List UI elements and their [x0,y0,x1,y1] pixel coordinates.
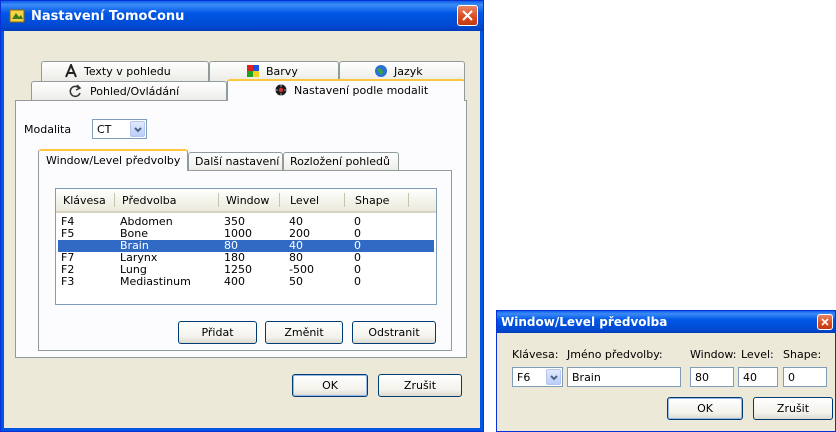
app-icon [9,8,25,28]
column-separator [408,193,409,207]
cell-window: 400 [224,275,245,288]
settings-dialog-titlebar[interactable]: Nastavení TomoConu [1,1,483,31]
window-frame-right [480,31,483,431]
table-row[interactable]: F2 Lung 1250 -500 0 [58,264,434,276]
modality-select-value: CT [97,123,112,136]
table-row[interactable]: F3 Mediastinum 400 50 0 [58,276,434,288]
presets-list[interactable]: Klávesa Předvolba Window Level Shape F4 … [55,188,437,305]
shape-input[interactable]: 0 [783,367,827,387]
cell-shape: 0 [354,275,361,288]
close-icon [462,10,473,21]
preset-name-input[interactable]: Brain [567,367,681,387]
cancel-button[interactable]: Zrušit [378,374,462,397]
close-icon [821,318,829,326]
table-row-selected[interactable]: Brain 80 40 0 [58,240,434,252]
chevron-down-icon [134,127,142,133]
tab-colors[interactable]: Barvy [209,61,339,81]
column-header-level[interactable]: Level [290,194,319,207]
preset-name-value: Brain [572,371,601,384]
modality-select[interactable]: CT [92,119,147,139]
tab-label: Jazyk [394,65,423,78]
remove-button[interactable]: Odstranit [352,321,436,344]
shape-value: 0 [788,371,795,384]
preset-ok-button[interactable]: OK [667,397,743,420]
settings-dialog: Nastavení TomoConu Texty v pohledu Barvy… [0,0,484,432]
tab-language[interactable]: Jazyk [339,61,465,81]
change-button[interactable]: Změnit [265,321,343,344]
modality-label: Modalita [24,123,72,136]
tab-label: Nastavení podle modalit [294,84,429,97]
modality-icon [274,83,288,100]
column-separator [344,193,345,207]
settings-dialog-title: Nastavení TomoConu [31,9,185,24]
column-header-window[interactable]: Window [226,194,269,207]
subtab-other-settings[interactable]: Další nastavení [188,152,283,172]
column-separator [218,193,219,207]
cell-preset: Mediastinum [120,275,191,288]
ok-button[interactable]: OK [292,374,368,397]
subtab-label: Další nastavení [195,155,280,168]
dropdown-arrow[interactable] [546,369,561,385]
shape-label: Shape: [783,348,822,361]
subtab-label: Window/Level předvolby [46,154,181,167]
rotate-arrow-icon [68,84,82,101]
preset-dialog-titlebar[interactable]: Window/Level předvolba [497,311,835,333]
tab-view-controls[interactable]: Pohled/Ovládání [31,81,227,101]
cell-level: 50 [289,275,303,288]
window-label: Window: [690,348,737,361]
cell-key: F5 [61,227,75,240]
tab-label: Texty v pohledu [84,65,171,78]
dropdown-arrow[interactable] [130,121,145,137]
subtab-label: Rozložení pohledů [290,155,390,168]
level-label: Level: [741,348,774,361]
tab-label: Barvy [266,65,298,78]
column-header-preset[interactable]: Předvolba [122,194,177,207]
chevron-down-icon [550,375,558,381]
preset-dialog: Window/Level předvolba Klávesa: Jméno př… [496,310,836,432]
table-row[interactable]: F5 Bone 1000 200 0 [58,228,434,240]
presets-list-header: Klávesa Předvolba Window Level Shape [56,189,436,213]
preset-name-label: Jméno předvolby: [567,348,663,361]
tab-label: Pohled/Ovládání [90,85,180,98]
window-frame-bottom [1,428,483,431]
preset-cancel-button[interactable]: Zrušit [753,397,833,420]
text-font-icon [64,62,78,81]
window-frame-left [1,31,4,431]
key-select[interactable]: F6 [512,367,563,387]
level-value: 40 [743,371,757,384]
level-input[interactable]: 40 [738,367,778,387]
subtab-window-level-presets[interactable]: Window/Level předvolby [38,149,188,171]
key-label: Klávesa: [512,348,559,361]
column-header-shape[interactable]: Shape [355,194,389,207]
cell-key: F3 [61,275,75,288]
key-select-value: F6 [517,371,531,384]
tab-text-in-view[interactable]: Texty v pohledu [41,61,209,81]
window-input[interactable]: 80 [690,367,734,387]
add-button[interactable]: Přidat [178,321,257,344]
subtab-view-layout[interactable]: Rozložení pohledů [283,152,399,172]
close-button[interactable] [457,5,478,26]
tab-modality-settings[interactable]: Nastavení podle modalit [227,79,465,101]
close-button[interactable] [817,314,833,330]
preset-dialog-title: Window/Level předvolba [501,315,668,329]
column-separator [279,193,280,207]
column-header-key[interactable]: Klávesa [63,194,106,207]
column-separator [114,193,115,207]
window-level-presets-panel: Klávesa Předvolba Window Level Shape F4 … [38,170,452,351]
modality-settings-panel: Modalita CT Window/Level předvolby Další… [15,100,467,358]
window-value: 80 [695,371,709,384]
